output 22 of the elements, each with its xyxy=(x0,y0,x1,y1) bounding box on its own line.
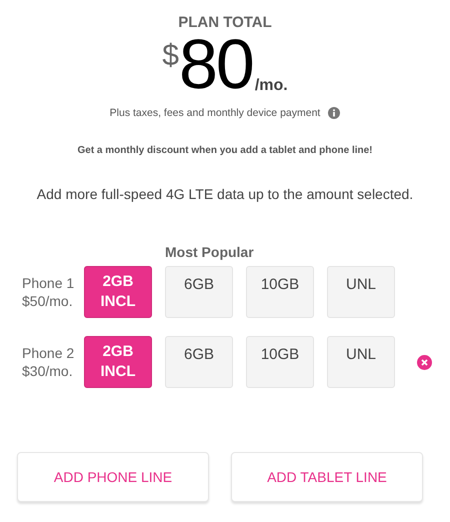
data-option[interactable]: UNL xyxy=(327,336,395,388)
info-icon[interactable] xyxy=(328,107,340,119)
currency-symbol: $ xyxy=(162,39,179,73)
data-option[interactable]: 6GB xyxy=(165,266,233,318)
data-option[interactable]: 2GB INCL xyxy=(84,336,152,388)
discount-message: Get a monthly discount when you add a tablet and phone line! xyxy=(77,145,373,156)
data-option[interactable]: 6GB xyxy=(165,336,233,388)
line-label: Phone 1 $50/mo. xyxy=(22,274,76,310)
price-period: /mo. xyxy=(254,77,288,95)
most-popular-label: Most Popular xyxy=(165,244,255,260)
data-option[interactable]: 10GB xyxy=(246,266,314,318)
add-line-button[interactable]: ADD PHONE LINE xyxy=(17,452,209,502)
plan-total-heading: PLAN TOTAL xyxy=(178,14,272,31)
line-label: Phone 2 $30/mo. xyxy=(22,344,76,380)
plan-amount: 80 xyxy=(178,33,253,95)
add-line-button[interactable]: ADD TABLET LINE xyxy=(231,452,423,502)
data-option[interactable]: UNL xyxy=(327,266,395,318)
data-option[interactable]: 2GB INCL xyxy=(84,266,152,318)
data-prompt: Add more full-speed 4G LTE data up to the amount selected. xyxy=(36,186,414,202)
remove-icon[interactable] xyxy=(417,354,432,370)
data-option[interactable]: 10GB xyxy=(246,336,314,388)
taxes-note: Plus taxes, fees and monthly device payment xyxy=(110,107,320,119)
